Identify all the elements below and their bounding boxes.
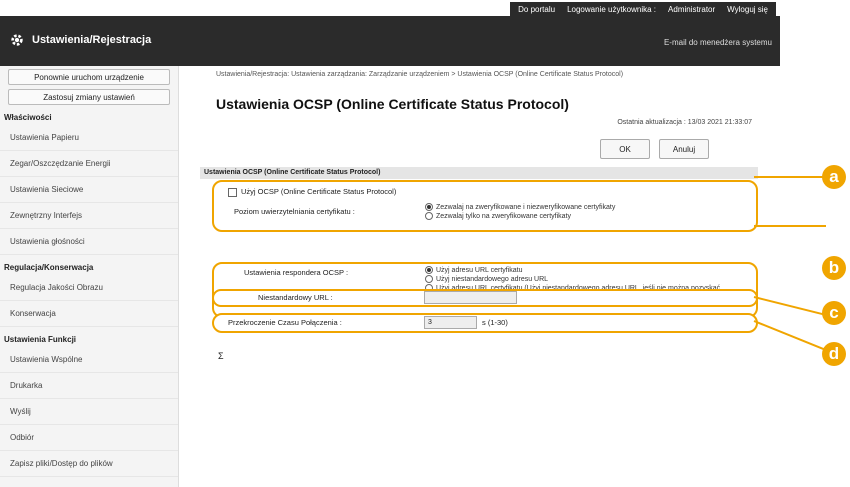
user-name: Administrator <box>668 4 716 14</box>
sidebar-item-printer[interactable]: Drukarka <box>0 373 178 399</box>
callout-line-a <box>754 176 826 178</box>
use-ocsp-checkbox[interactable] <box>228 187 237 197</box>
section-header: Ustawienia OCSP (Online Certificate Stat… <box>200 167 758 179</box>
sidebar-item-interface[interactable]: Zewnętrzny Interfejs <box>0 203 178 229</box>
timeout-label: Przekroczenie Czasu Połączenia : <box>228 318 342 327</box>
cert-level-label: Poziom uwierzytelniania certyfikatu : <box>234 207 355 216</box>
callout-d: d <box>822 342 846 366</box>
cert-level-option-1[interactable]: Zezwalaj na zweryfikowane i niezweryfiko… <box>425 203 615 212</box>
sidebar-item-image-quality[interactable]: Regulacja Jakości Obrazu <box>0 275 178 301</box>
sidebar-section-head: Ustawienia Funkcji <box>4 335 77 344</box>
callout-a: a <box>822 165 846 189</box>
option-label: Użyj adresu URL certyfikatu <box>436 266 523 274</box>
sidebar-item-timer[interactable]: Zegar/Oszczędzanie Energii <box>0 151 178 177</box>
responder-option-1[interactable]: Użyj adresu URL certyfikatu <box>425 266 523 275</box>
title-bar: Do portalu Logowanie użytkownika : Admin… <box>0 0 850 66</box>
timeout-unit: s (1-30) <box>482 318 508 327</box>
app-title-text: Ustawienia/Rejestracja <box>32 34 152 46</box>
option-label: Zezwalaj tylko na zweryfikowane certyfik… <box>436 212 571 220</box>
page-title: Ustawienia OCSP (Online Certificate Stat… <box>216 96 569 112</box>
custom-url-input[interactable] <box>424 291 517 304</box>
responder-label: Ustawienia respondera OCSP : <box>244 268 349 277</box>
sidebar-item-common[interactable]: Ustawienia Wspólne <box>0 347 178 373</box>
sidebar-item-send[interactable]: Wyślij <box>0 399 178 425</box>
option-label: Zezwalaj na zweryfikowane i niezweryfiko… <box>436 203 616 211</box>
ok-button[interactable]: OK <box>600 139 650 159</box>
apply-settings-button[interactable]: Zastosuj zmiany ustawień <box>8 89 170 105</box>
sidebar-item-store-files[interactable]: Zapisz pliki/Dostęp do plików <box>0 451 178 477</box>
login-user-label: Logowanie użytkownika : <box>567 4 657 14</box>
breadcrumb: Ustawienia/Rejestracja: Ustawienia zarzą… <box>216 71 624 78</box>
cert-level-option-2[interactable]: Zezwalaj tylko na zweryfikowane certyfik… <box>425 212 571 221</box>
sidebar-section-head: Regulacja/Konserwacja <box>4 263 94 272</box>
custom-url-label: Niestandardowy URL : <box>258 293 333 302</box>
main-content: Ustawienia/Rejestracja: Ustawienia zarzą… <box>200 66 770 487</box>
sidebar-section-head: Właściwości <box>4 113 52 122</box>
callout-line-b <box>754 225 826 227</box>
responder-option-2[interactable]: Użyj niestandardowego adresu URL <box>425 275 548 284</box>
callout-b: b <box>822 256 846 280</box>
sidebar-item-receive[interactable]: Odbiór <box>0 425 178 451</box>
use-ocsp-label: Użyj OCSP (Online Certificate Status Pro… <box>241 187 397 196</box>
last-updated: Ostatnia aktualizacja : 13/03 2021 21:33… <box>617 119 752 126</box>
app-title: Ustawienia/Rejestracja <box>10 33 151 47</box>
portal-link[interactable]: Do portalu <box>518 5 555 14</box>
top-links: Do portalu Logowanie użytkownika : Admin… <box>510 2 776 16</box>
mail-admin-link[interactable]: E-mail do menedżera systemu <box>664 38 772 47</box>
restart-device-button[interactable]: Ponownie uruchom urządzenie <box>8 69 170 85</box>
radio-icon[interactable] <box>425 266 433 274</box>
radio-icon[interactable] <box>425 203 433 211</box>
logout-link[interactable]: Wyloguj się <box>727 5 768 14</box>
radio-icon[interactable] <box>425 212 433 220</box>
radio-icon[interactable] <box>425 275 433 283</box>
summary-icon: Σ <box>218 351 224 361</box>
callout-c: c <box>822 301 846 325</box>
timeout-input[interactable]: 3 <box>424 316 477 329</box>
use-ocsp-row[interactable]: Użyj OCSP (Online Certificate Status Pro… <box>228 187 396 197</box>
cancel-button[interactable]: Anuluj <box>659 139 709 159</box>
sidebar-item-paper[interactable]: Ustawienia Papieru <box>0 125 178 151</box>
sidebar-item-volume[interactable]: Ustawienia głośności <box>0 229 178 255</box>
sidebar: Ponownie uruchom urządzenie Zastosuj zmi… <box>0 66 179 487</box>
sidebar-item-maintenance[interactable]: Konserwacja <box>0 301 178 327</box>
option-label: Użyj niestandardowego adresu URL <box>436 275 549 283</box>
sidebar-item-network[interactable]: Ustawienia Sieciowe <box>0 177 178 203</box>
gear-icon <box>11 34 23 46</box>
